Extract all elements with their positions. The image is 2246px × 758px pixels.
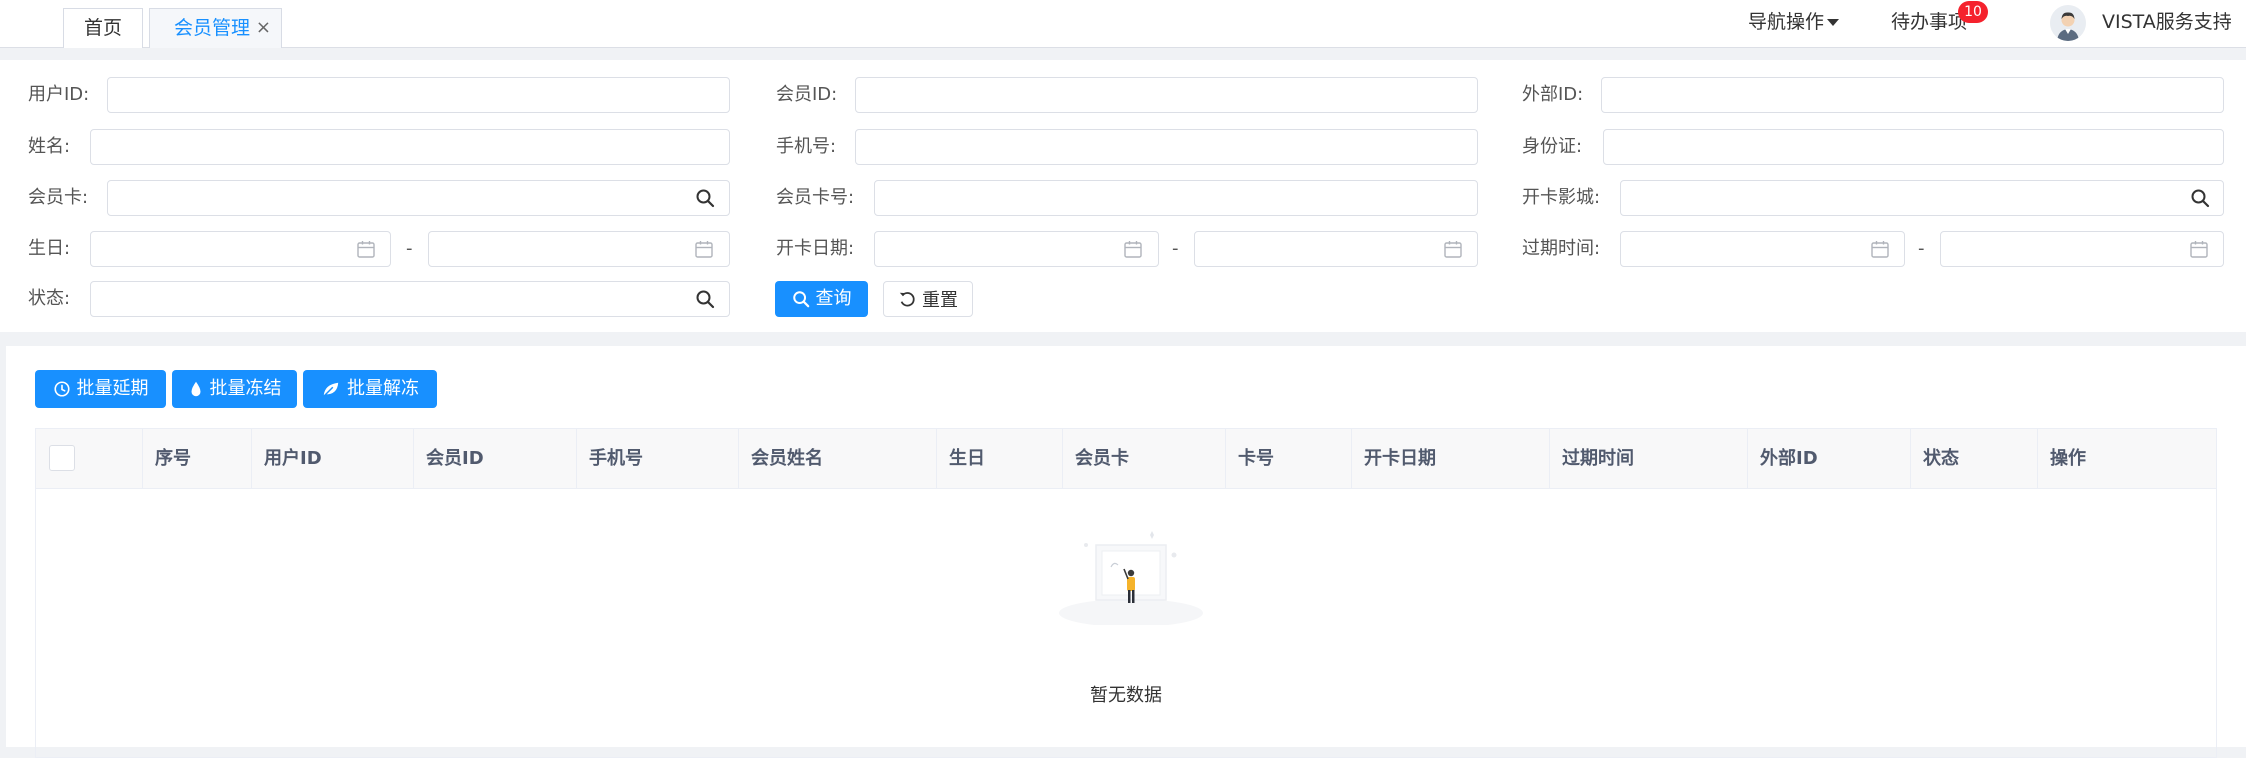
th-expire-time: 过期时间 <box>1550 429 1748 489</box>
th-birthday: 生日 <box>937 429 1063 489</box>
th-actions: 操作 <box>2050 448 2086 469</box>
tab-close-icon[interactable]: × <box>256 9 271 47</box>
th-phone: 手机号 <box>577 429 739 489</box>
open-date-label: 开卡日期: <box>776 238 855 259</box>
th-status: 状态 <box>1911 429 2038 489</box>
calendar-icon <box>1444 241 1462 258</box>
open-date-to-input[interactable] <box>1194 231 1478 267</box>
member-card-input[interactable] <box>107 180 730 216</box>
drop-icon <box>191 381 200 397</box>
tab-member-management-label: 会员管理 <box>174 17 251 39</box>
phone-input[interactable] <box>855 129 1478 165</box>
open-date-from-input[interactable] <box>874 231 1159 267</box>
calendar-icon <box>1124 241 1142 258</box>
expire-to-input[interactable] <box>1940 231 2224 267</box>
nav-ops-menu[interactable]: 导航操作 <box>1748 0 1840 44</box>
clock-icon <box>53 381 70 397</box>
search-icon[interactable] <box>695 188 715 208</box>
tab-home-label: 首页 <box>83 17 122 39</box>
tab-member-management[interactable]: 会员管理 × <box>149 8 282 48</box>
th-open-date: 开卡日期 <box>1352 429 1550 489</box>
external-id-label: 外部ID: <box>1522 84 1584 105</box>
avatar[interactable] <box>2050 5 2086 41</box>
status-input[interactable] <box>90 281 730 317</box>
empty-illustration <box>1059 531 1203 625</box>
calendar-icon <box>2190 241 2208 258</box>
th-user-id: 用户ID <box>252 429 414 489</box>
user-menu[interactable]: VISTA服务支持 <box>2102 0 2246 70</box>
birthday-from-input[interactable] <box>90 231 391 267</box>
tab-home[interactable]: 首页 <box>63 8 143 48</box>
reset-button[interactable]: 重置 <box>883 281 973 317</box>
bulk-unfreeze-button[interactable]: 批量解冻 <box>303 370 437 408</box>
th-select <box>36 429 143 489</box>
member-id-label: 会员ID: <box>776 84 838 105</box>
refresh-icon <box>899 292 915 307</box>
search-icon[interactable] <box>2190 188 2210 208</box>
avatar-person-icon <box>2050 5 2086 41</box>
select-all-checkbox[interactable] <box>49 445 75 471</box>
range-separator: - <box>406 238 413 259</box>
th-member-name: 会员姓名 <box>739 429 937 489</box>
user-id-input[interactable] <box>107 77 730 113</box>
bulk-extend-button[interactable]: 批量延期 <box>35 370 166 408</box>
status-label: 状态: <box>28 288 71 309</box>
expire-label: 过期时间: <box>1522 238 1601 259</box>
th-index: 序号 <box>143 429 252 489</box>
cinema-input[interactable] <box>1620 180 2224 216</box>
reset-button-label: 重置 <box>922 290 958 311</box>
nav-ops-label: 导航操作 <box>1748 11 1825 33</box>
id-card-label: 身份证: <box>1522 136 1583 157</box>
th-external-id: 外部ID <box>1748 429 1911 489</box>
range-separator: - <box>1172 238 1179 259</box>
external-id-input[interactable] <box>1601 77 2224 113</box>
member-card-label: 会员卡: <box>28 187 89 208</box>
th-member-id: 会员ID <box>414 429 577 489</box>
table-panel: 批量延期 批量冻结 批量解冻 序号 用户ID 会员ID 手机号 会员姓名 生日 … <box>6 346 2246 758</box>
member-id-input[interactable] <box>855 77 1478 113</box>
table-header: 序号 用户ID 会员ID 手机号 会员姓名 生日 会员卡 卡号 开卡日期 过期时… <box>36 429 2216 489</box>
range-separator: - <box>1918 238 1925 259</box>
top-bar: 首页 会员管理 × 导航操作 待办事项 10 VISTA服务支持 <box>0 0 2246 70</box>
todo-label: 待办事项 <box>1891 11 1968 33</box>
bulk-freeze-button[interactable]: 批量冻结 <box>172 370 297 408</box>
calendar-icon <box>695 241 713 258</box>
bulk-unfreeze-label: 批量解冻 <box>347 378 419 399</box>
id-card-input[interactable] <box>1603 129 2224 165</box>
search-panel: 用户ID: 会员ID: 外部ID: 姓名: 手机号: 身份证: 会员卡: 会员卡… <box>0 60 2246 332</box>
name-label: 姓名: <box>28 136 71 157</box>
todo-count-badge: 10 <box>1958 1 1988 23</box>
caret-down-icon <box>1827 19 1840 26</box>
calendar-icon <box>1871 241 1889 258</box>
birthday-to-input[interactable] <box>428 231 730 267</box>
bulk-freeze-label: 批量冻结 <box>209 378 282 399</box>
user-name: VISTA服务支持 <box>2102 11 2232 33</box>
leaf-icon <box>323 382 339 397</box>
th-card-no: 卡号 <box>1226 429 1352 489</box>
query-button[interactable]: 查询 <box>775 281 868 317</box>
name-input[interactable] <box>90 129 730 165</box>
expire-from-input[interactable] <box>1620 231 1905 267</box>
search-icon[interactable] <box>695 289 715 309</box>
card-no-input[interactable] <box>874 180 1478 216</box>
cinema-label: 开卡影城: <box>1522 187 1601 208</box>
birthday-label: 生日: <box>28 238 71 259</box>
search-icon <box>792 291 809 308</box>
empty-state-text: 暂无数据 <box>1090 685 1162 706</box>
todo-link[interactable]: 待办事项 <box>1891 0 1967 44</box>
bulk-extend-label: 批量延期 <box>76 378 149 399</box>
phone-label: 手机号: <box>776 136 837 157</box>
card-no-label: 会员卡号: <box>776 187 855 208</box>
query-button-label: 查询 <box>815 288 852 309</box>
members-table: 序号 用户ID 会员ID 手机号 会员姓名 生日 会员卡 卡号 开卡日期 过期时… <box>35 428 2217 758</box>
calendar-icon <box>357 241 375 258</box>
th-member-card: 会员卡 <box>1063 429 1226 489</box>
user-id-label: 用户ID: <box>28 84 90 105</box>
